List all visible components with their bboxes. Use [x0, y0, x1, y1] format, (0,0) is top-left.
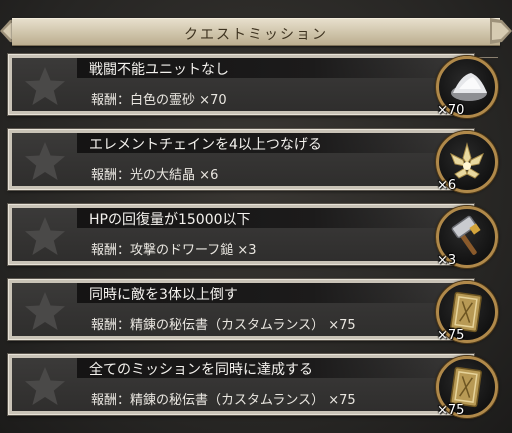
mission-name: 全てのミッションを同時に達成する [89, 362, 313, 378]
star-icon [25, 292, 65, 330]
item-quantity: ×75 [437, 328, 465, 343]
mission-reward: 報酬：攻撃のドワーフ鎚 ×3 [91, 243, 257, 258]
star-icon [25, 142, 65, 180]
secret-book-icon[interactable]: ×75 [436, 281, 498, 343]
item-quantity: ×3 [437, 253, 457, 268]
star-icon [25, 217, 65, 255]
white-sand-icon[interactable]: ×70 [436, 56, 498, 118]
mission-row: 全てのミッションを同時に達成する 報酬：精錬の秘伝書（カスタムランス） ×75 [8, 354, 474, 415]
mission-name: 戦闘不能ユニットなし [89, 62, 229, 78]
item-quantity: ×6 [437, 178, 457, 193]
mission-name: HPの回復量が15000以下 [89, 212, 251, 228]
secret-book-icon[interactable]: ×75 [436, 356, 498, 418]
mission-name: エレメントチェインを4以上つなげる [89, 137, 322, 153]
star-icon [25, 367, 65, 405]
mission-reward: 報酬：精錬の秘伝書（カスタムランス） ×75 [91, 393, 356, 408]
mission-row: 戦闘不能ユニットなし 報酬：白色の霊砂 ×70 [8, 54, 474, 115]
star-icon [25, 67, 65, 105]
mission-reward: 報酬：精錬の秘伝書（カスタムランス） ×75 [91, 318, 356, 333]
mission-reward: 報酬：白色の霊砂 ×70 [91, 93, 227, 108]
quest-mission-header: クエストミッション [0, 14, 512, 58]
item-quantity: ×70 [437, 103, 465, 118]
mission-reward: 報酬：光の大結晶 ×6 [91, 168, 219, 183]
mission-row: 同時に敵を3体以上倒す 報酬：精錬の秘伝書（カスタムランス） ×75 [8, 279, 474, 340]
header-title: クエストミッション [184, 27, 328, 43]
mission-name: 同時に敵を3体以上倒す [89, 287, 238, 303]
mission-row: エレメントチェインを4以上つなげる 報酬：光の大結晶 ×6 [8, 129, 474, 190]
item-quantity: ×75 [437, 403, 465, 418]
light-crystal-icon[interactable]: ×6 [436, 131, 498, 193]
mission-row: HPの回復量が15000以下 報酬：攻撃のドワーフ鎚 ×3 [8, 204, 474, 265]
dwarf-hammer-icon[interactable]: ×3 [436, 206, 498, 268]
